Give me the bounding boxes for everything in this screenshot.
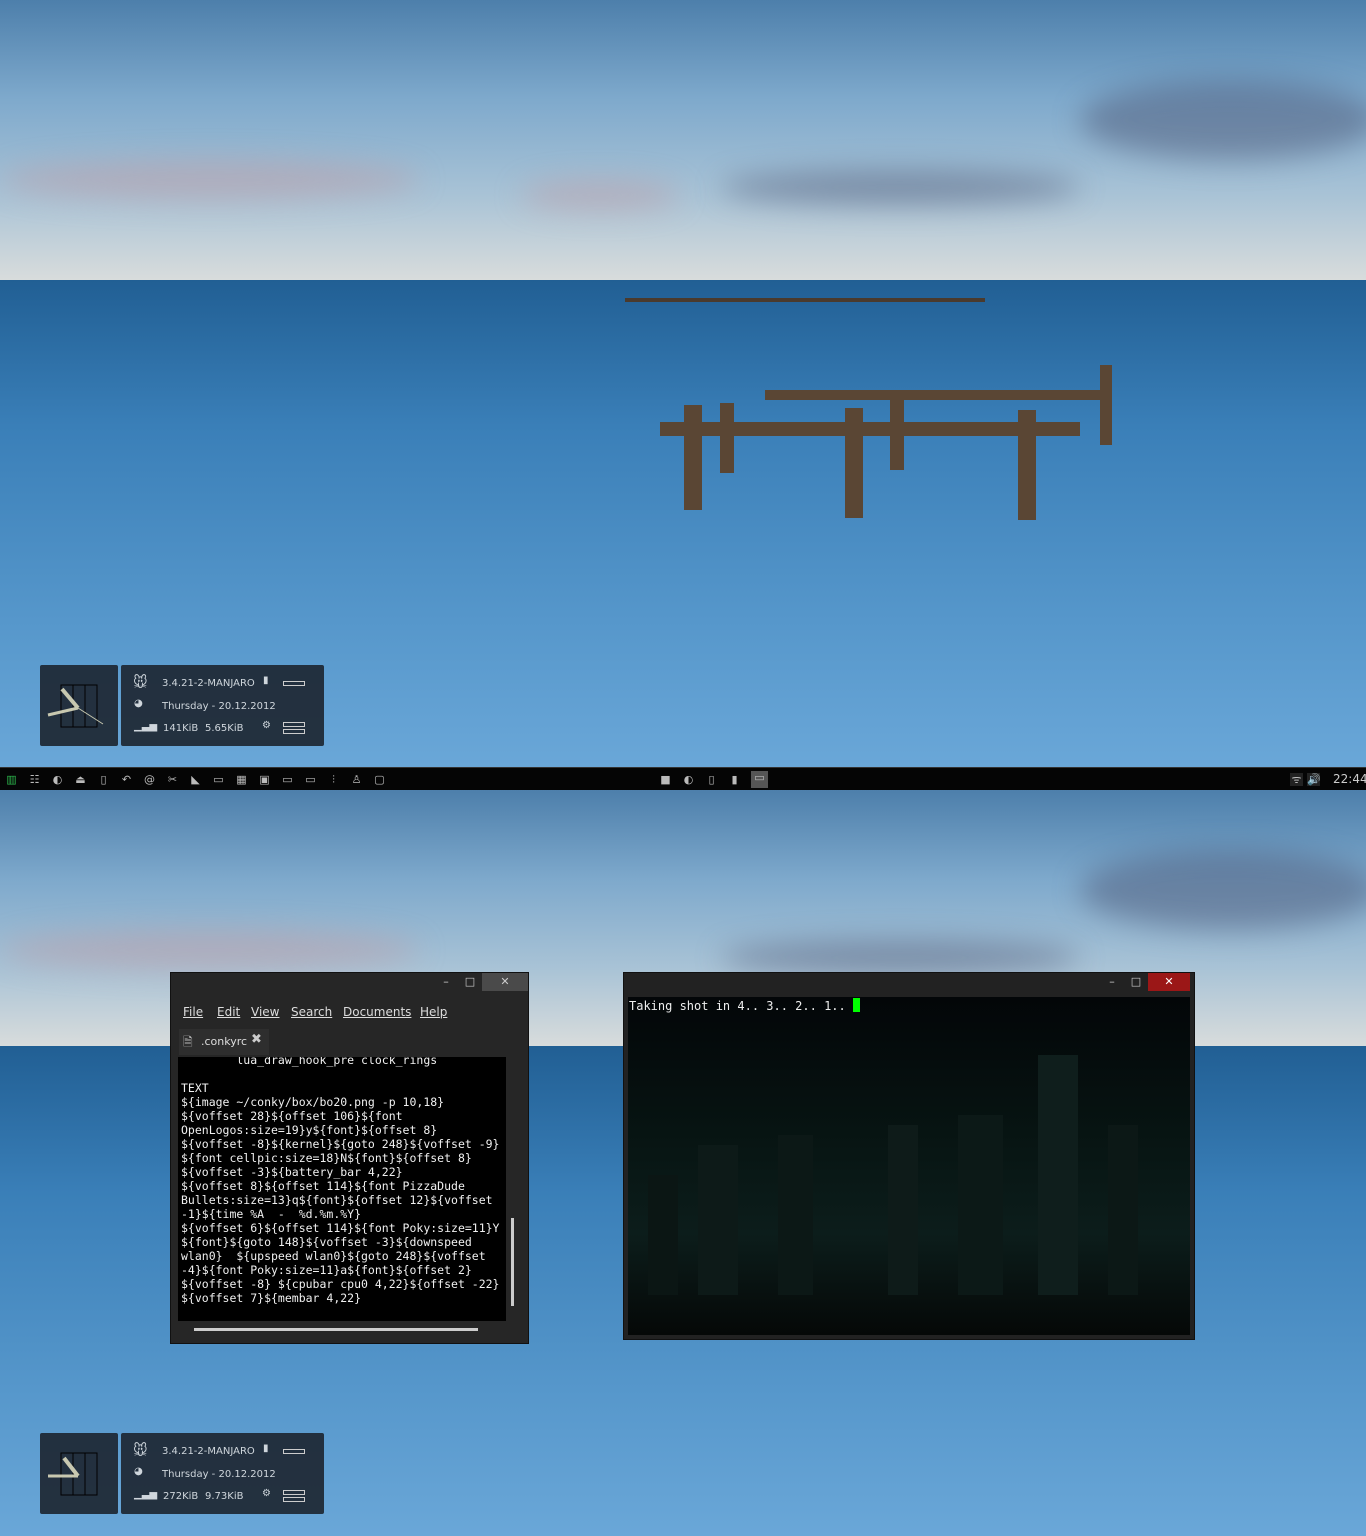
monitor-icon[interactable]: ▭ — [304, 773, 317, 786]
firefox-icon[interactable]: ◐ — [51, 773, 64, 786]
wifi-icon[interactable]: ᯤ — [1290, 773, 1303, 786]
close-button[interactable]: ✕ — [1148, 973, 1190, 991]
text-editor-window: – □ ✕ File Edit View Search Documents He… — [170, 972, 529, 1344]
memory-bar — [283, 729, 305, 734]
document-icon: 🗎 — [183, 1035, 193, 1049]
minimize-button[interactable]: – — [436, 973, 456, 991]
desktop-top — [0, 0, 1366, 767]
terminal-window: – □ ✕ Taking shot in 4.. 3.. 2.. 1.. — [623, 972, 1195, 1340]
menu-help[interactable]: Help — [420, 1005, 447, 1019]
terminal-output: Taking shot in 4.. 3.. 2.. 1.. — [629, 999, 853, 1013]
window-icon[interactable]: ▢ — [373, 773, 386, 786]
cpu-bar — [283, 1490, 305, 1495]
maximize-button[interactable]: □ — [460, 973, 480, 991]
volume-icon[interactable]: 🔊 — [1307, 773, 1321, 786]
vertical-scrollbar[interactable] — [511, 1218, 514, 1306]
download-speed: 141KiB — [163, 723, 199, 734]
kernel-version: 3.4.21-2-MANJARO — [162, 1446, 255, 1457]
gears-icon: ⚙ — [262, 720, 271, 731]
undo-icon[interactable]: ↶ — [120, 773, 133, 786]
menu-edit[interactable]: Edit — [217, 1005, 240, 1019]
at-sign-icon[interactable]: @ — [143, 773, 156, 786]
kernel-version: 3.4.21-2-MANJARO — [162, 678, 255, 689]
tux-icon[interactable]: ♙ — [350, 773, 363, 786]
upload-speed: 9.73KiB — [205, 1491, 244, 1502]
file-cabinet-icon[interactable]: ☷ — [28, 773, 41, 786]
terminal-area[interactable]: Taking shot in 4.. 3.. 2.. 1.. — [628, 997, 1190, 1335]
calendar-icon[interactable]: ▭ — [212, 773, 225, 786]
manjaro-menu-icon[interactable]: ▥ — [5, 773, 18, 786]
battery-icon: ▮ — [263, 1443, 269, 1454]
clock[interactable]: 22:44 — [1333, 772, 1366, 786]
system-info: 🐭 3.4.21-2-MANJARO ▮ ◕ Thursday - 20.12.… — [121, 665, 324, 746]
task-document-icon[interactable]: ▮ — [728, 773, 741, 786]
task-terminal-icon[interactable]: ▭ — [751, 771, 768, 788]
tab-conkyrc[interactable]: 🗎 .conkyrc ✖ — [179, 1029, 269, 1055]
task-folder-icon[interactable]: ■ — [659, 773, 672, 786]
time-bullet-icon: ◕ — [134, 698, 143, 709]
upload-speed: 5.65KiB — [205, 723, 244, 734]
tab-label: .conkyrc — [201, 1035, 248, 1048]
menu-view[interactable]: View — [251, 1005, 279, 1019]
clock-icon — [48, 1452, 98, 1496]
signal-icon: ▁▃▅ — [134, 1489, 158, 1500]
clock-rings — [40, 1433, 118, 1514]
text-area[interactable]: lua_draw_hook_pre clock_rings TEXT ${ima… — [178, 1057, 506, 1321]
tools-icon[interactable]: ✂ — [166, 773, 179, 786]
city-skyline — [628, 1055, 1190, 1295]
gears-icon: ⚙ — [262, 1488, 271, 1499]
terminal-cursor — [852, 998, 860, 1012]
menu-file[interactable]: File — [183, 1005, 203, 1019]
calculator-icon[interactable]: ▦ — [235, 773, 248, 786]
media-player-icon[interactable]: ▯ — [97, 773, 110, 786]
task-media-player-icon[interactable]: ▯ — [705, 773, 718, 786]
mouse-logo-icon: 🐭 — [133, 675, 148, 691]
cpu-bar — [283, 722, 305, 727]
menu-search[interactable]: Search — [291, 1005, 332, 1019]
maximize-button[interactable]: □ — [1126, 973, 1146, 991]
time-bullet-icon: ◕ — [134, 1466, 143, 1477]
file-content: lua_draw_hook_pre clock_rings TEXT ${ima… — [181, 1057, 500, 1305]
battery-bar — [283, 1449, 305, 1454]
download-speed: 272KiB — [163, 1491, 199, 1502]
bird-icon[interactable]: ◣ — [189, 773, 202, 786]
tab-close-icon[interactable]: ✖ — [251, 1032, 262, 1047]
horizontal-scrollbar[interactable] — [194, 1328, 478, 1331]
clock-rings — [40, 665, 118, 746]
clock-icon — [47, 684, 104, 728]
memory-bar — [283, 1497, 305, 1502]
image-viewer-icon[interactable]: ▣ — [258, 773, 271, 786]
battery-bar — [283, 681, 305, 686]
close-button[interactable]: ✕ — [482, 973, 528, 991]
system-info: 🐭 3.4.21-2-MANJARO ▮ ◕ Thursday - 20.12.… — [121, 1433, 324, 1514]
minimize-button[interactable]: – — [1102, 973, 1122, 991]
date: Thursday - 20.12.2012 — [162, 1469, 276, 1480]
menu-documents[interactable]: Documents — [343, 1005, 411, 1019]
mixer-icon[interactable]: ⫶ — [327, 773, 340, 786]
battery-icon: ▮ — [263, 675, 269, 686]
package-installer-icon[interactable]: ⏏ — [74, 773, 87, 786]
signal-icon: ▁▃▅ — [134, 721, 158, 732]
taskbar: ▥ ☷ ◐ ⏏ ▯ ↶ @ ✂ ◣ ▭ ▦ ▣ ▭ ▭ ⫶ ♙ ▢ ■ ◐ ▯ ▮ ▭ ᯤ 🔊 22:44 — [0, 767, 1366, 790]
terminal-icon[interactable]: ▭ — [281, 773, 294, 786]
mouse-logo-icon: 🐭 — [133, 1443, 148, 1459]
date: Thursday - 20.12.2012 — [162, 701, 276, 712]
task-firefox-icon[interactable]: ◐ — [682, 773, 695, 786]
